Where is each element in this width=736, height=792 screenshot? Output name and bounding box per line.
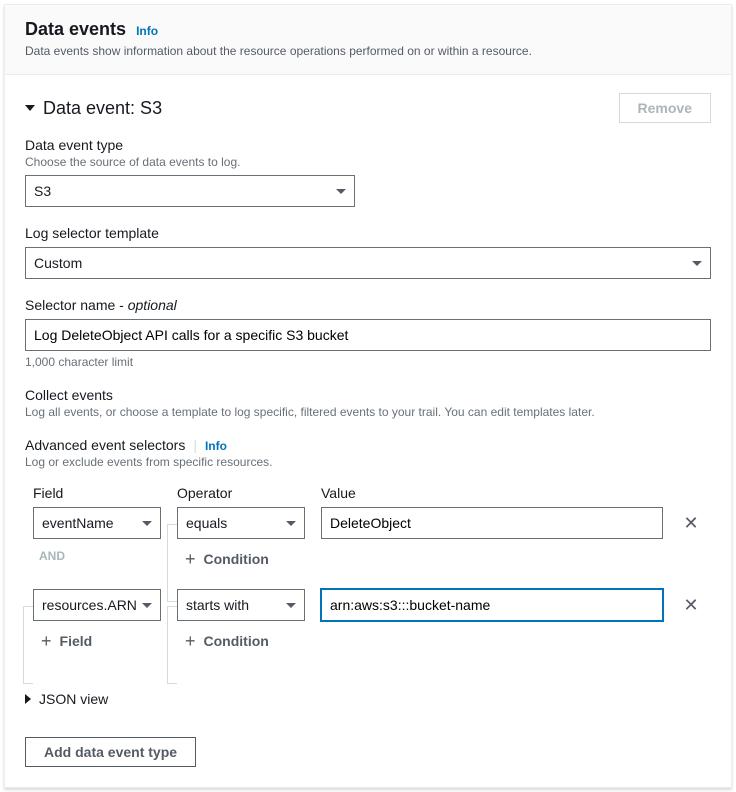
data-event-type-value: S3 (34, 183, 51, 199)
panel-title: Data events (25, 19, 126, 40)
selector-name-group: Selector name - optional 1,000 character… (25, 297, 711, 369)
value-input[interactable] (321, 589, 663, 621)
log-selector-group: Log selector template Custom (25, 225, 711, 279)
add-condition-button[interactable]: + Condition (177, 547, 277, 571)
bracket-icon (23, 606, 33, 684)
json-view-toggle[interactable]: JSON view (25, 691, 711, 707)
selector-name-charlimit: 1,000 character limit (25, 355, 711, 369)
info-link[interactable]: Info (136, 24, 158, 38)
selector-name-label: Selector name - optional (25, 297, 711, 313)
caret-right-icon (25, 694, 31, 704)
operator-select[interactable]: equals (177, 507, 305, 539)
add-field-label: Field (60, 633, 93, 649)
chevron-down-icon (286, 521, 296, 526)
log-selector-value: Custom (34, 255, 82, 271)
json-view-label: JSON view (39, 691, 108, 707)
col-header-value: Value (321, 485, 663, 501)
field-select[interactable]: eventName (33, 507, 161, 539)
selector-name-label-optional: optional (128, 297, 177, 313)
field-value: eventName (42, 515, 114, 531)
operator-select[interactable]: starts with (177, 589, 305, 621)
connector-row: AND + Condition (33, 547, 703, 579)
selector-name-label-sep: - (115, 297, 127, 313)
add-data-event-type-button[interactable]: Add data event type (25, 737, 196, 767)
advanced-selectors-label: Advanced event selectors (25, 437, 185, 453)
col-header-operator: Operator (177, 485, 305, 501)
add-field-button[interactable]: + Field (33, 629, 100, 653)
col-header-field: Field (33, 485, 161, 501)
advanced-info-link[interactable]: Info (205, 439, 227, 453)
selector-column-headers: Field Operator Value (33, 485, 703, 501)
and-connector: AND (33, 549, 65, 563)
field-select[interactable]: resources.ARN (33, 589, 161, 621)
selector-name-input[interactable] (25, 319, 711, 351)
selector-row: eventName equals ✕ (33, 507, 703, 539)
data-event-type-select[interactable]: S3 (25, 175, 355, 207)
log-selector-select[interactable]: Custom (25, 247, 711, 279)
selector-name-label-main: Selector name (25, 297, 115, 313)
remove-row-icon[interactable]: ✕ (683, 514, 698, 532)
plus-icon: + (185, 634, 196, 648)
operator-value: starts with (186, 597, 249, 613)
selector-row: resources.ARN starts with ✕ (33, 589, 703, 621)
connector-row: + Field + Condition (33, 629, 703, 661)
panel-header: Data events Info Data events show inform… (5, 5, 731, 75)
caret-down-icon (25, 105, 35, 111)
collect-events-group: Collect events Log all events, or choose… (25, 387, 711, 419)
event-header-row: Data event: S3 Remove (25, 93, 711, 123)
bracket-icon (167, 524, 177, 602)
data-event-type-label: Data event type (25, 137, 711, 153)
remove-row-icon[interactable]: ✕ (683, 596, 698, 614)
data-event-type-hint: Choose the source of data events to log. (25, 155, 711, 169)
chevron-down-icon (286, 603, 296, 608)
collect-events-hint: Log all events, or choose a template to … (25, 405, 711, 419)
value-input[interactable] (321, 507, 663, 539)
advanced-hint: Log or exclude events from specific reso… (25, 455, 711, 469)
add-condition-label: Condition (204, 633, 269, 649)
event-title: Data event: S3 (43, 98, 162, 119)
log-selector-label: Log selector template (25, 225, 711, 241)
pipe-divider: | (193, 437, 197, 453)
chevron-down-icon (142, 603, 152, 608)
event-expand-toggle[interactable]: Data event: S3 (25, 98, 162, 119)
plus-icon: + (41, 634, 52, 648)
chevron-down-icon (336, 189, 346, 194)
plus-icon: + (185, 552, 196, 566)
data-events-panel: Data events Info Data events show inform… (4, 4, 732, 788)
chevron-down-icon (142, 521, 152, 526)
field-value: resources.ARN (42, 597, 137, 613)
advanced-selectors-group: Advanced event selectors | Info Log or e… (25, 437, 711, 469)
chevron-down-icon (692, 261, 702, 266)
add-condition-button[interactable]: + Condition (177, 629, 277, 653)
remove-button[interactable]: Remove (619, 93, 711, 123)
panel-body: Data event: S3 Remove Data event type Ch… (5, 75, 731, 787)
panel-description: Data events show information about the r… (25, 44, 711, 58)
selectors-area: Field Operator Value eventName equals (25, 485, 711, 661)
data-event-type-group: Data event type Choose the source of dat… (25, 137, 711, 207)
collect-events-label: Collect events (25, 387, 711, 403)
operator-value: equals (186, 515, 227, 531)
add-condition-label: Condition (204, 551, 269, 567)
bracket-icon (167, 606, 177, 684)
